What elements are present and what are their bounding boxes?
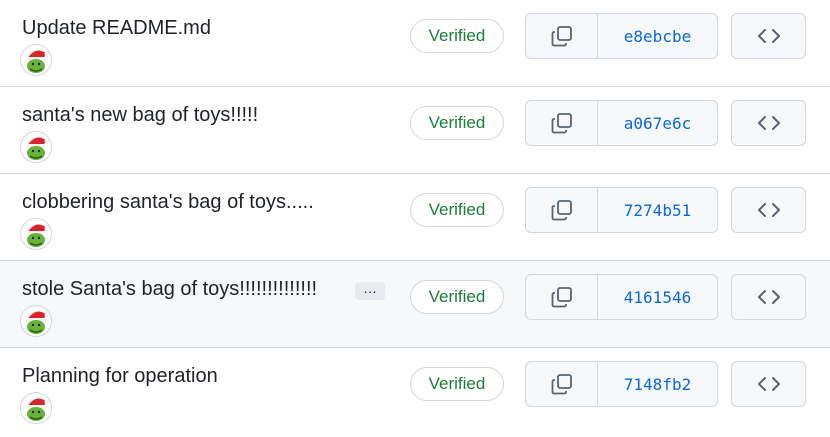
code-icon [757,116,780,130]
expand-message-button[interactable]: … [355,281,385,300]
commit-row: Update README.md Verified e8ebcbe [0,0,830,87]
copy-sha-button[interactable] [526,188,598,232]
grinch-avatar[interactable] [20,392,52,424]
browse-repo-button[interactable] [731,13,806,59]
sha-button-group: 7148fb2 [525,361,718,407]
browse-repo-button[interactable] [731,361,806,407]
commit-message[interactable]: Planning for operation [22,363,218,389]
commit-sha-link[interactable]: 7274b51 [598,188,717,232]
sha-button-group: e8ebcbe [525,13,718,59]
grinch-avatar[interactable] [20,305,52,337]
browse-repo-button[interactable] [731,274,806,320]
grinch-avatar[interactable] [20,218,52,250]
verified-badge[interactable]: Verified [410,106,504,140]
commit-list: Update README.md Verified e8ebcbe santa'… [0,0,830,435]
commit-row: clobbering santa's bag of toys..... Veri… [0,174,830,261]
copy-sha-button[interactable] [526,275,598,319]
code-icon [757,377,780,391]
commit-message[interactable]: stole Santa's bag of toys!!!!!!!!!!!!!! [22,276,317,302]
code-icon [757,290,780,304]
commit-row: Planning for operation Verified 7148fb2 [0,348,830,435]
commit-message[interactable]: clobbering santa's bag of toys..... [22,189,314,215]
copy-icon [551,113,572,134]
commit-sha-link[interactable]: 7148fb2 [598,362,717,406]
verified-badge[interactable]: Verified [410,367,504,401]
verified-badge[interactable]: Verified [410,19,504,53]
sha-button-group: 7274b51 [525,187,718,233]
copy-icon [551,200,572,221]
commit-message[interactable]: Update README.md [22,15,211,41]
commit-row: stole Santa's bag of toys!!!!!!!!!!!!!! … [0,261,830,348]
code-icon [757,29,780,43]
commit-sha-link[interactable]: a067e6c [598,101,717,145]
code-icon [757,203,780,217]
commit-sha-link[interactable]: 4161546 [598,275,717,319]
copy-sha-button[interactable] [526,101,598,145]
copy-icon [551,287,572,308]
sha-button-group: 4161546 [525,274,718,320]
copy-sha-button[interactable] [526,362,598,406]
sha-button-group: a067e6c [525,100,718,146]
commit-message[interactable]: santa's new bag of toys!!!!! [22,102,258,128]
browse-repo-button[interactable] [731,100,806,146]
copy-icon [551,26,572,47]
commit-sha-link[interactable]: e8ebcbe [598,14,717,58]
grinch-avatar[interactable] [20,131,52,163]
copy-sha-button[interactable] [526,14,598,58]
verified-badge[interactable]: Verified [410,193,504,227]
copy-icon [551,374,572,395]
browse-repo-button[interactable] [731,187,806,233]
commit-row: santa's new bag of toys!!!!! Verified a0… [0,87,830,174]
verified-badge[interactable]: Verified [410,280,504,314]
grinch-avatar[interactable] [20,44,52,76]
